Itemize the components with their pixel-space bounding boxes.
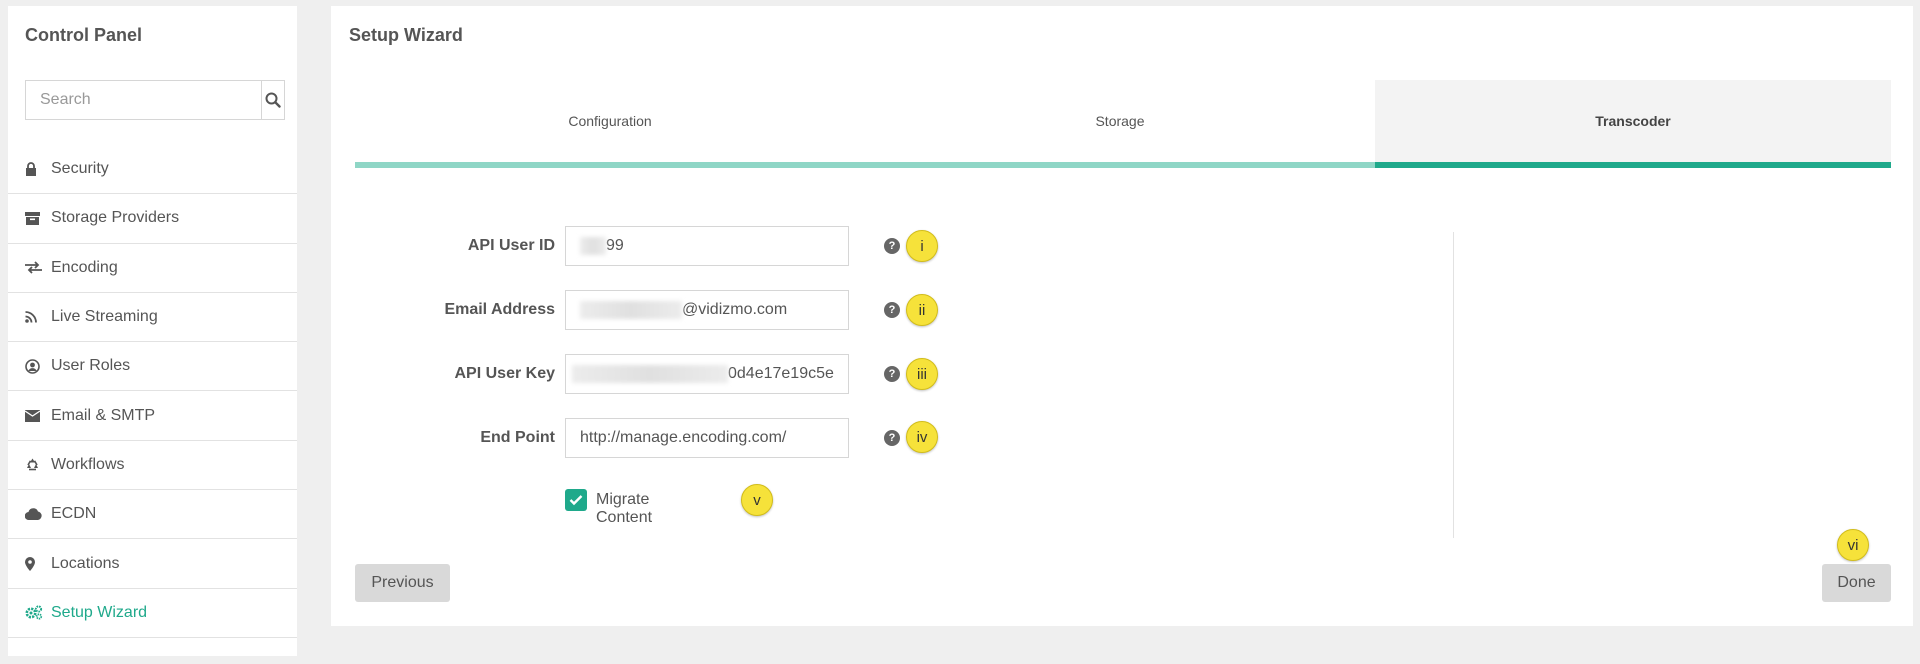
cogs-icon xyxy=(25,605,45,620)
sidebar-item-encoding[interactable]: Encoding xyxy=(8,244,297,293)
sidebar-item-label: Storage Providers xyxy=(51,209,180,227)
migrate-content-checkbox[interactable] xyxy=(565,489,587,511)
sidebar-item-ecdn[interactable]: ECDN xyxy=(8,490,297,540)
lock-icon xyxy=(25,162,45,177)
api-user-key-value: 0d4e17e19c5e xyxy=(728,365,834,382)
email-value: @vidizmo.com xyxy=(682,301,788,318)
redacted-text xyxy=(580,301,682,319)
redacted-text xyxy=(572,365,728,383)
column-divider xyxy=(1453,232,1454,538)
api-user-id-value: 99 xyxy=(606,237,624,254)
sidebar-item-live-streaming[interactable]: Live Streaming xyxy=(8,293,297,343)
tab-storage[interactable]: Storage xyxy=(865,80,1375,162)
tab-label: Storage xyxy=(1095,113,1145,129)
main-panel: Setup Wizard Configuration Storage Trans… xyxy=(331,6,1913,626)
sidebar-item-workflows[interactable]: Workflows xyxy=(8,441,297,491)
sidebar-item-user-roles[interactable]: User Roles xyxy=(8,342,297,392)
sidebar-title: Control Panel xyxy=(25,25,143,45)
end-point-value: http://manage.encoding.com/ xyxy=(580,429,787,446)
progress-bar-completed xyxy=(355,162,1375,168)
search-icon xyxy=(265,92,281,108)
api-user-id-field[interactable]: 99 xyxy=(565,226,849,266)
sidebar-nav: Security Storage Providers Encoding Live… xyxy=(8,145,297,638)
rss-icon xyxy=(25,311,45,323)
email-help-icon[interactable]: ? xyxy=(884,302,900,318)
sidebar-item-locations[interactable]: Locations xyxy=(8,539,297,589)
cloud-icon xyxy=(25,508,45,521)
end-point-label: End Point xyxy=(480,429,555,446)
envelope-icon xyxy=(25,409,45,422)
sidebar-item-label: ECDN xyxy=(51,505,97,523)
map-marker-icon xyxy=(25,556,45,571)
sidebar-item-label: Live Streaming xyxy=(51,308,158,326)
migrate-content-label: Migrate Content xyxy=(596,491,653,526)
done-button[interactable]: Done xyxy=(1822,564,1891,602)
tab-label: Configuration xyxy=(568,113,652,129)
tab-label: Transcoder xyxy=(1595,113,1671,129)
exchange-icon xyxy=(25,261,45,274)
redacted-text xyxy=(580,237,606,255)
email-field[interactable]: @vidizmo.com xyxy=(565,290,849,330)
annotation-badge-iv: iv xyxy=(906,421,938,453)
user-circle-icon xyxy=(25,359,45,374)
api-user-key-label: API User Key xyxy=(454,365,556,382)
wizard-tabs: Configuration Storage Transcoder xyxy=(355,80,1891,168)
api-user-key-field[interactable]: 0d4e17e19c5e xyxy=(565,354,849,394)
checkmark-icon xyxy=(569,495,583,506)
annotation-badge-iii: iii xyxy=(906,358,938,390)
sidebar-item-label: User Roles xyxy=(51,357,131,375)
search-box xyxy=(25,80,285,120)
tab-transcoder[interactable]: Transcoder xyxy=(1375,80,1891,162)
tab-configuration[interactable]: Configuration xyxy=(355,80,865,162)
sidebar-item-label: Setup Wizard xyxy=(51,603,148,621)
sidebar-item-email-smtp[interactable]: Email & SMTP xyxy=(8,391,297,441)
annotation-badge-i: i xyxy=(906,230,938,262)
page-title: Setup Wizard xyxy=(349,25,463,45)
sidebar-item-label: Security xyxy=(51,160,109,178)
annotation-badge-vi: vi xyxy=(1837,529,1869,561)
end-point-field[interactable]: http://manage.encoding.com/ xyxy=(565,418,849,458)
api-user-key-help-icon[interactable]: ? xyxy=(884,366,900,382)
progress-bar-current xyxy=(1375,162,1891,168)
sidebar: Control Panel Security Storage Providers… xyxy=(8,6,297,656)
sidebar-item-label: Workflows xyxy=(51,455,125,473)
sidebar-item-security[interactable]: Security xyxy=(8,145,297,195)
sidebar-item-storage-providers[interactable]: Storage Providers xyxy=(8,194,297,244)
api-user-id-label: API User ID xyxy=(467,237,555,254)
sidebar-item-label: Locations xyxy=(51,554,120,572)
previous-button[interactable]: Previous xyxy=(355,564,450,602)
search-button[interactable] xyxy=(261,81,284,119)
annotation-badge-v: v xyxy=(741,484,773,516)
sidebar-item-label: Email & SMTP xyxy=(51,406,156,424)
api-user-id-help-icon[interactable]: ? xyxy=(884,238,900,254)
archive-icon xyxy=(25,211,45,225)
annotation-badge-ii: ii xyxy=(906,294,938,326)
sidebar-item-setup-wizard[interactable]: Setup Wizard xyxy=(8,589,297,638)
end-point-help-icon[interactable]: ? xyxy=(884,430,900,446)
sidebar-item-label: Encoding xyxy=(51,258,118,276)
search-input[interactable] xyxy=(26,81,261,119)
email-label: Email Address xyxy=(444,301,555,318)
recycle-icon xyxy=(25,457,45,472)
